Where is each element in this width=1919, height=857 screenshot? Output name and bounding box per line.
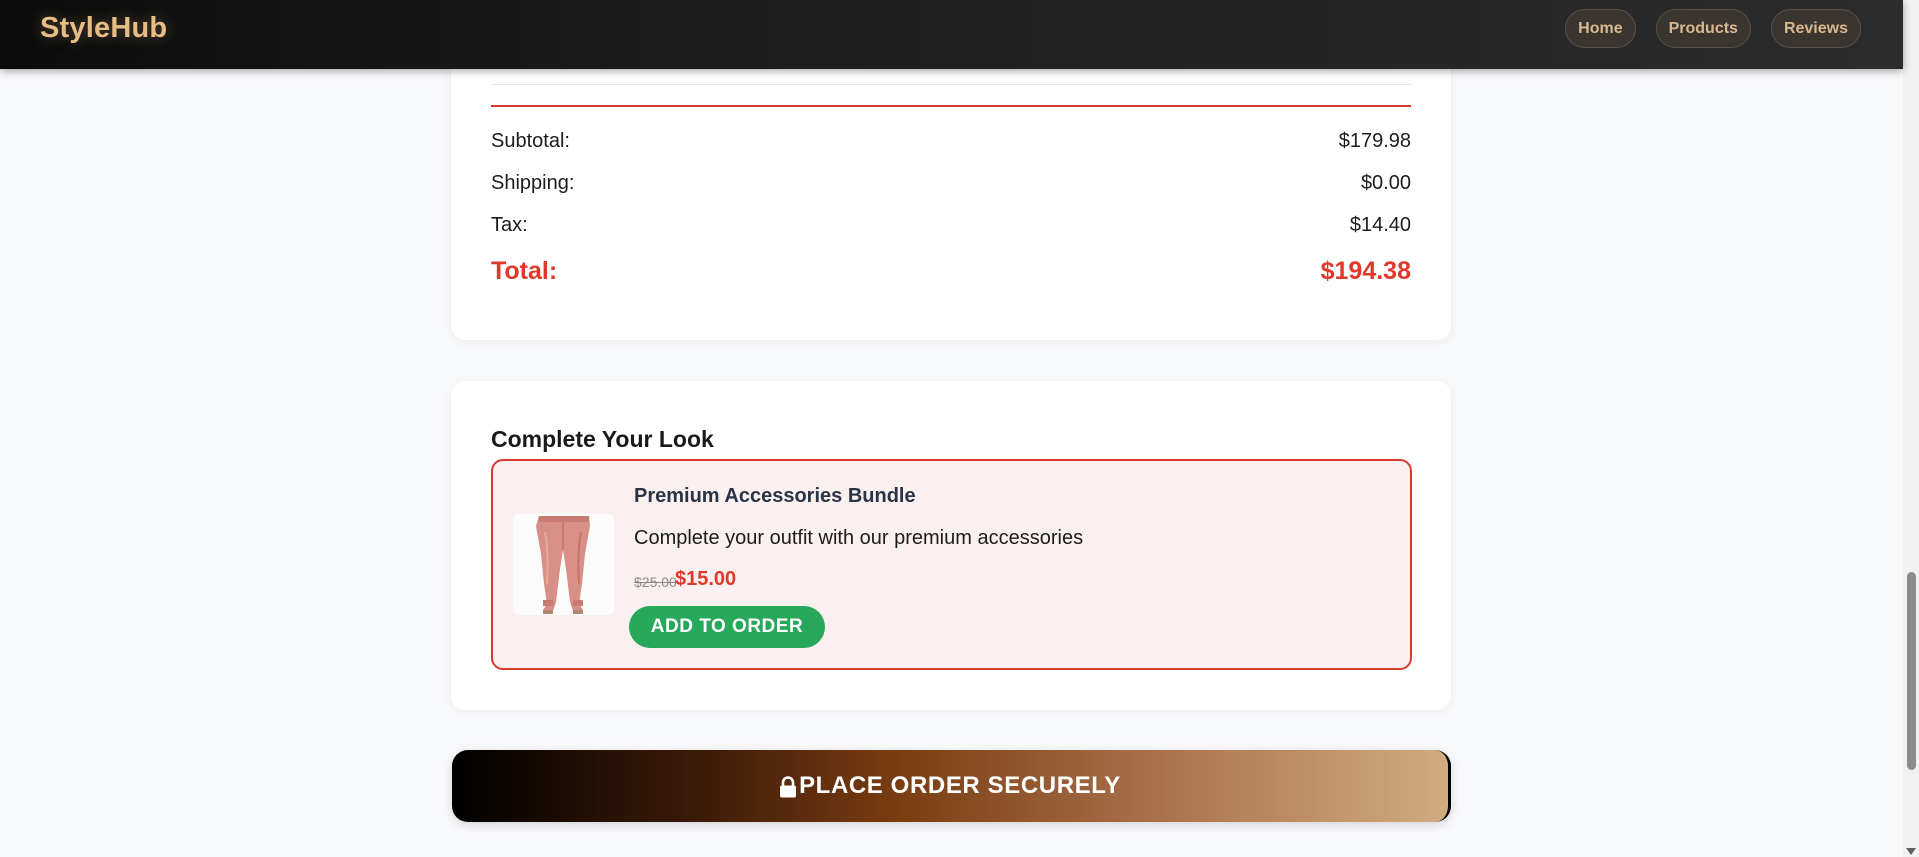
tax-label: Tax:	[491, 214, 528, 236]
subtotal-row: Subtotal: $179.98	[491, 130, 1411, 153]
total-label: Total:	[491, 257, 558, 285]
divider	[491, 84, 1411, 85]
total-row: Total: $194.38	[491, 257, 1411, 286]
nav-reviews-link[interactable]: Reviews	[1770, 9, 1861, 48]
upsell-description: Complete your outfit with our premium ac…	[634, 527, 1084, 549]
sale-price: $15.00	[675, 568, 737, 590]
scroll-down-arrow-icon[interactable]	[1906, 848, 1916, 855]
place-order-label: PLACE ORDER SECURELY	[799, 772, 1121, 799]
top-navbar: StyleHub Home Products Reviews	[0, 0, 1903, 69]
subtotal-label: Subtotal:	[491, 130, 570, 152]
lock-icon	[779, 776, 797, 798]
original-price: $25.00	[634, 574, 677, 590]
logo[interactable]: StyleHub	[40, 12, 167, 45]
shipping-value: $0.00	[1360, 172, 1411, 194]
place-order-button[interactable]: PLACE ORDER SECURELY	[452, 750, 1451, 822]
page-scrollbar[interactable]	[1903, 0, 1919, 857]
main-nav: Home Products Reviews	[1565, 9, 1861, 48]
tax-value: $14.40	[1349, 214, 1411, 236]
nav-home-link[interactable]: Home	[1565, 9, 1636, 48]
shipping-label: Shipping:	[491, 172, 575, 194]
shipping-row: Shipping: $0.00	[491, 172, 1411, 195]
tax-row: Tax: $14.40	[491, 214, 1411, 237]
section-title: Complete Your Look	[491, 426, 714, 452]
summary-divider	[491, 105, 1411, 107]
pink-joggers-image	[513, 514, 614, 615]
total-value: $194.38	[1320, 257, 1411, 285]
scrollbar-thumb[interactable]	[1907, 572, 1916, 770]
nav-products-link[interactable]: Products	[1655, 9, 1751, 48]
complete-look-card: Complete Your Look Premium Accessories B…	[451, 381, 1451, 710]
upsell-item: Premium Accessories Bundle Complete your…	[491, 459, 1412, 670]
upsell-name: Premium Accessories Bundle	[634, 485, 916, 507]
subtotal-value: $179.98	[1338, 130, 1411, 152]
add-to-order-button[interactable]: ADD TO ORDER	[629, 606, 825, 648]
